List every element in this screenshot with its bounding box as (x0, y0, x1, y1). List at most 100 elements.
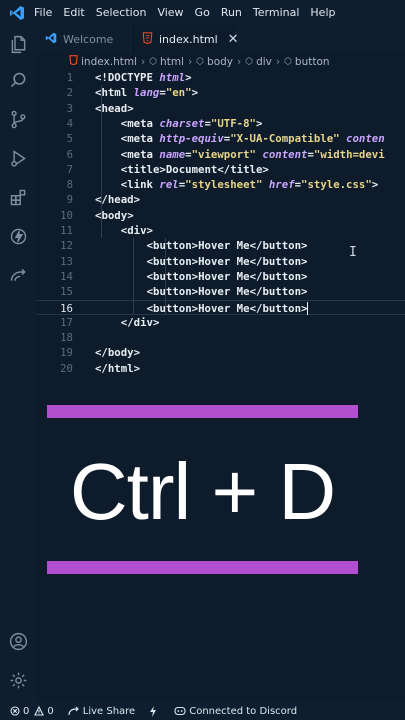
code-token: > (133, 361, 141, 375)
code-token: Document (165, 162, 218, 176)
code-line[interactable]: 5 <meta http-equiv="X-UA-Compatible" cont… (37, 131, 405, 146)
line-number: 14 (60, 269, 73, 283)
code-token: </ (95, 193, 108, 207)
code-token: > (191, 86, 198, 100)
code-line[interactable]: 3 <head> (37, 101, 405, 116)
menu-terminal[interactable]: Terminal (253, 6, 311, 19)
code-token: > (255, 116, 263, 130)
code-token: > (301, 285, 308, 299)
code-text: </div> (121, 315, 160, 330)
line-number: 17 (60, 315, 73, 329)
code-line[interactable]: 18 (37, 330, 405, 345)
code-token: </ (95, 346, 108, 360)
code-text: <div> (121, 223, 153, 238)
code-line[interactable]: 2 <html lang="en"> (37, 85, 405, 100)
code-line[interactable]: 20 </html> (37, 361, 405, 376)
code-token: "viewport" (191, 147, 256, 161)
account-icon[interactable] (0, 626, 37, 656)
text-caret (307, 302, 309, 315)
lightning-icon[interactable] (0, 221, 37, 251)
menu-help[interactable]: Help (310, 6, 346, 19)
source-control-icon[interactable] (0, 104, 37, 134)
remote-share-icon[interactable] (0, 260, 37, 290)
code-line[interactable]: 10 <body> (37, 208, 405, 223)
code-token: "UTF-8" (210, 116, 256, 130)
line-number: 15 (60, 285, 73, 299)
line-number: 18 (60, 331, 73, 345)
code-line[interactable]: 6 <meta name="viewport" content="width=de… (37, 147, 405, 162)
breadcrumb-item[interactable]: button (295, 56, 330, 68)
code-line[interactable]: 1 <!DOCTYPE html> (37, 70, 405, 85)
problems-indicator[interactable]: 0 0 (10, 706, 54, 717)
code-line[interactable]: 9 </head> (37, 192, 405, 207)
code-line[interactable]: 11 <div> (37, 223, 405, 238)
warning-icon (34, 706, 45, 716)
code-editor[interactable]: 1 <!DOCTYPE html> 2 <html lang="en"> 3 <head>… (37, 70, 405, 380)
code-line[interactable]: 4 <meta charset="UTF-8"> (37, 116, 405, 131)
menu-file[interactable]: File (34, 6, 63, 19)
code-token: Hover Me (198, 301, 250, 315)
code-text: <button>Hover Me</button> (147, 269, 308, 284)
code-text: <html lang="en"> (95, 85, 198, 100)
live-share-button[interactable]: Live Share (68, 706, 135, 717)
line-number: 12 (60, 239, 73, 253)
search-icon[interactable] (0, 65, 37, 95)
tab-welcome[interactable]: Welcome (37, 25, 134, 53)
breadcrumb-item[interactable]: index.html (81, 56, 137, 68)
code-token: link (127, 178, 160, 192)
breadcrumb-item[interactable]: body (207, 56, 233, 68)
line-number: 3 (66, 101, 73, 115)
discord-label: Connected to Discord (189, 705, 298, 717)
code-token: meta (127, 132, 160, 146)
accent-bar-bottom (47, 561, 358, 574)
code-text: <meta charset="UTF-8"> (121, 116, 263, 131)
accent-bar-top (47, 405, 358, 418)
discord-icon (174, 706, 186, 716)
html5-icon (142, 31, 153, 47)
breadcrumb-item[interactable]: div (256, 56, 272, 68)
code-line[interactable]: 15 <button>Hover Me</button> (37, 284, 405, 299)
code-line[interactable]: 8 <link rel="stylesheet" href="style.css"… (37, 177, 405, 192)
code-text: <link rel="stylesheet" href="style.css"> (121, 177, 378, 192)
code-token: </ (249, 285, 263, 299)
code-line[interactable]: 17 </div> (37, 315, 405, 330)
menu-view[interactable]: View (157, 6, 194, 19)
lightning-status-icon[interactable] (149, 705, 160, 717)
code-line[interactable]: 14 <button>Hover Me</button> (37, 269, 405, 284)
run-debug-icon[interactable] (0, 143, 37, 173)
element-icon: ⬡ (284, 56, 292, 67)
tab-index-html[interactable]: index.html ✕ (134, 25, 239, 53)
extensions-icon[interactable] (0, 182, 37, 212)
menu-run[interactable]: Run (221, 6, 253, 19)
breadcrumb-item[interactable]: html (160, 56, 184, 68)
line-number: 8 (66, 178, 73, 192)
code-token: Hover Me (198, 269, 250, 283)
code-token: > (127, 208, 134, 222)
code-token: Hover Me (198, 239, 250, 253)
code-token: button (262, 239, 302, 253)
close-icon[interactable]: ✕ (228, 32, 239, 47)
code-token: button (153, 285, 192, 299)
code-text: <button>Hover Me</button> (147, 284, 308, 299)
explorer-icon[interactable] (0, 29, 37, 59)
menu-edit[interactable]: Edit (63, 6, 95, 19)
code-token: button (153, 254, 192, 268)
menu-go[interactable]: Go (195, 6, 221, 19)
code-token: > (301, 239, 308, 253)
code-line[interactable]: 19 </body> (37, 345, 405, 360)
code-text: <button>Hover Me</button> (147, 238, 308, 253)
code-token: title (127, 162, 160, 176)
code-token: DOCTYPE (107, 71, 160, 84)
code-line[interactable]: 16 <button>Hover Me</button> (37, 299, 405, 315)
title-bar: File Edit Selection View Go Run Terminal Help (0, 0, 405, 25)
discord-status[interactable]: Connected to Discord (174, 706, 297, 717)
code-text: <title>Document</title> (121, 162, 269, 177)
menu-selection[interactable]: Selection (96, 6, 158, 19)
settings-gear-icon[interactable] (0, 665, 37, 695)
warning-count: 0 (47, 705, 54, 717)
code-line[interactable]: 7 <title>Document</title> (37, 162, 405, 177)
chevron-right-icon: › (237, 55, 242, 68)
code-token: button (153, 269, 192, 283)
code-token: > (262, 162, 269, 176)
code-token: > (152, 315, 160, 329)
